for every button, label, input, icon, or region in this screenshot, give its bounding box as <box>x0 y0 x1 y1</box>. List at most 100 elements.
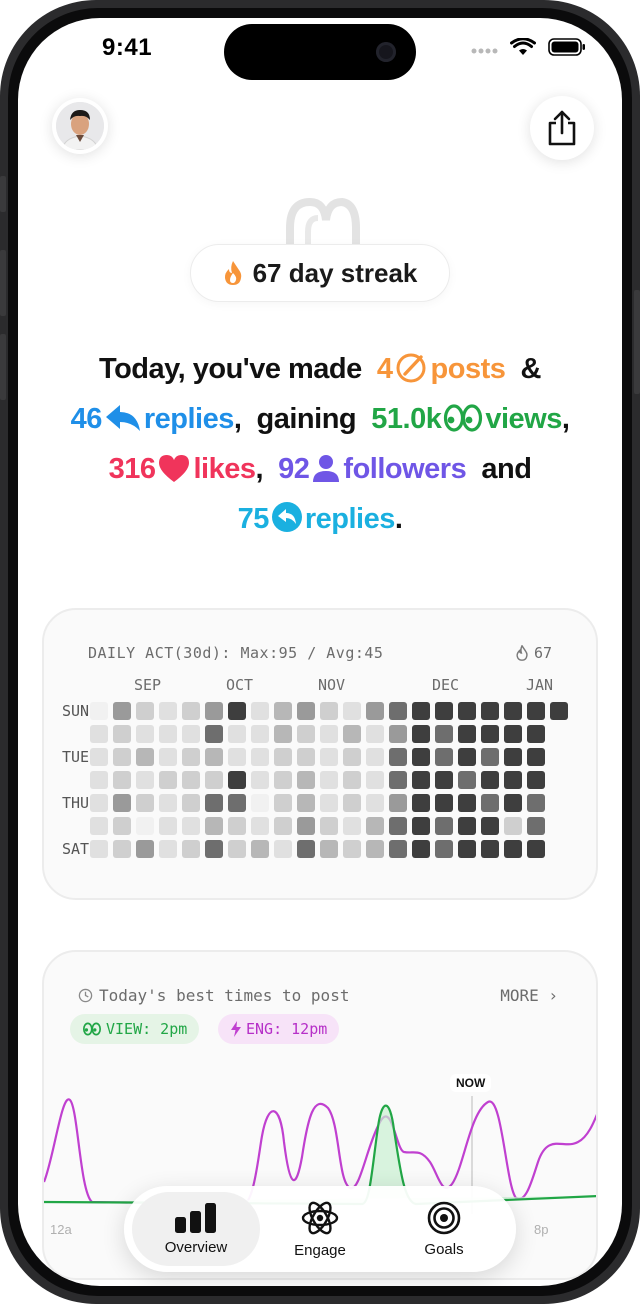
activity-cell <box>527 840 545 858</box>
activity-cell <box>297 748 315 766</box>
activity-cell <box>297 840 315 858</box>
activity-cell <box>343 725 361 743</box>
activity-cell <box>366 794 384 812</box>
replies2-stat: 75 replies <box>237 502 395 535</box>
activity-cell <box>159 725 177 743</box>
activity-cell <box>251 702 269 720</box>
views-stat: 51.0k views <box>371 403 562 435</box>
activity-cell <box>527 771 545 789</box>
activity-cell <box>136 771 154 789</box>
activity-cell <box>504 771 522 789</box>
activity-cell <box>481 725 499 743</box>
activity-cell <box>205 794 223 812</box>
activity-cell <box>481 702 499 720</box>
activity-cell <box>458 817 476 835</box>
comma: , <box>561 403 570 435</box>
activity-cell <box>159 794 177 812</box>
activity-cell <box>228 771 246 789</box>
dynamic-island <box>224 24 416 80</box>
activity-cell <box>527 748 545 766</box>
activity-cell <box>412 817 430 835</box>
eyes-icon <box>444 404 483 432</box>
activity-cell <box>182 702 200 720</box>
activity-cell <box>527 817 545 835</box>
screen: 9:41 67 day streak Today, you've made 4 … <box>18 18 622 1286</box>
activity-cell <box>320 725 338 743</box>
activity-cell <box>389 771 407 789</box>
activity-cell <box>343 771 361 789</box>
tab-overview[interactable]: Overview <box>132 1192 260 1266</box>
streak-badge[interactable]: 67 day streak <box>190 244 450 302</box>
activity-cell <box>90 840 108 858</box>
activity-cell <box>458 794 476 812</box>
activity-cell <box>504 794 522 812</box>
activity-cell <box>228 817 246 835</box>
tab-goals[interactable]: Goals <box>380 1192 508 1266</box>
activity-cell <box>159 702 177 720</box>
person-icon <box>313 455 340 482</box>
activity-cell <box>412 794 430 812</box>
replies-stat: 46 replies <box>70 403 235 435</box>
activity-cell <box>90 771 108 789</box>
comma: , <box>233 403 242 435</box>
activity-cell <box>136 702 154 720</box>
summary-lead: Today, you've made <box>99 353 362 385</box>
summary-line-3: 316 likes, 92 followers and <box>18 444 622 494</box>
activity-cell <box>205 702 223 720</box>
volume-up-button <box>0 250 6 316</box>
activity-cell <box>435 840 453 858</box>
activity-cell <box>90 702 108 720</box>
activity-cell <box>136 840 154 858</box>
activity-cell <box>458 725 476 743</box>
share-button[interactable] <box>530 96 594 160</box>
tab-label: Overview <box>164 1238 228 1256</box>
atom-icon <box>301 1201 339 1234</box>
activity-cell <box>389 725 407 743</box>
activity-cell <box>366 771 384 789</box>
activity-card[interactable]: DAILY ACT(30d): Max:95 / Avg:45 67 SEP O… <box>42 608 598 900</box>
activity-cell <box>412 840 430 858</box>
profile-avatar-button[interactable] <box>52 98 108 154</box>
wifi-icon <box>510 38 536 55</box>
activity-cell <box>320 794 338 812</box>
activity-cell <box>251 725 269 743</box>
activity-cell <box>182 840 200 858</box>
activity-cell <box>297 702 315 720</box>
status-icons <box>470 38 586 56</box>
replies-count: 46 <box>70 403 103 435</box>
reply-circle-icon <box>271 502 302 532</box>
activity-cell <box>435 794 453 812</box>
streak-label: 67 day streak <box>252 257 418 288</box>
activity-cell <box>274 748 292 766</box>
replies-label: replies <box>143 403 235 435</box>
activity-cell <box>458 771 476 789</box>
compose-icon <box>396 353 426 383</box>
flame-icon <box>224 261 241 285</box>
activity-cell <box>113 794 131 812</box>
replies2-count: 75 <box>237 503 270 535</box>
activity-cell <box>90 725 108 743</box>
battery-icon <box>548 38 585 56</box>
activity-cell <box>228 748 246 766</box>
status-time: 9:41 <box>102 34 153 61</box>
likes-stat: 316 likes <box>109 453 256 485</box>
tab-engage[interactable]: Engage <box>256 1192 384 1266</box>
activity-cell <box>481 840 499 858</box>
activity-cell <box>182 748 200 766</box>
activity-cell <box>412 771 430 789</box>
avatar <box>56 102 104 150</box>
period: . <box>394 503 403 535</box>
activity-cell <box>481 748 499 766</box>
activity-cell <box>113 725 131 743</box>
heart-icon <box>159 455 190 482</box>
activity-cell <box>343 702 361 720</box>
activity-cell <box>504 748 522 766</box>
activity-cell <box>343 794 361 812</box>
activity-cell <box>182 794 200 812</box>
activity-cell <box>412 748 430 766</box>
activity-cell <box>159 817 177 835</box>
activity-cell <box>366 748 384 766</box>
activity-cell <box>205 840 223 858</box>
summary-gaining: gaining <box>256 403 357 435</box>
activity-cell <box>504 840 522 858</box>
